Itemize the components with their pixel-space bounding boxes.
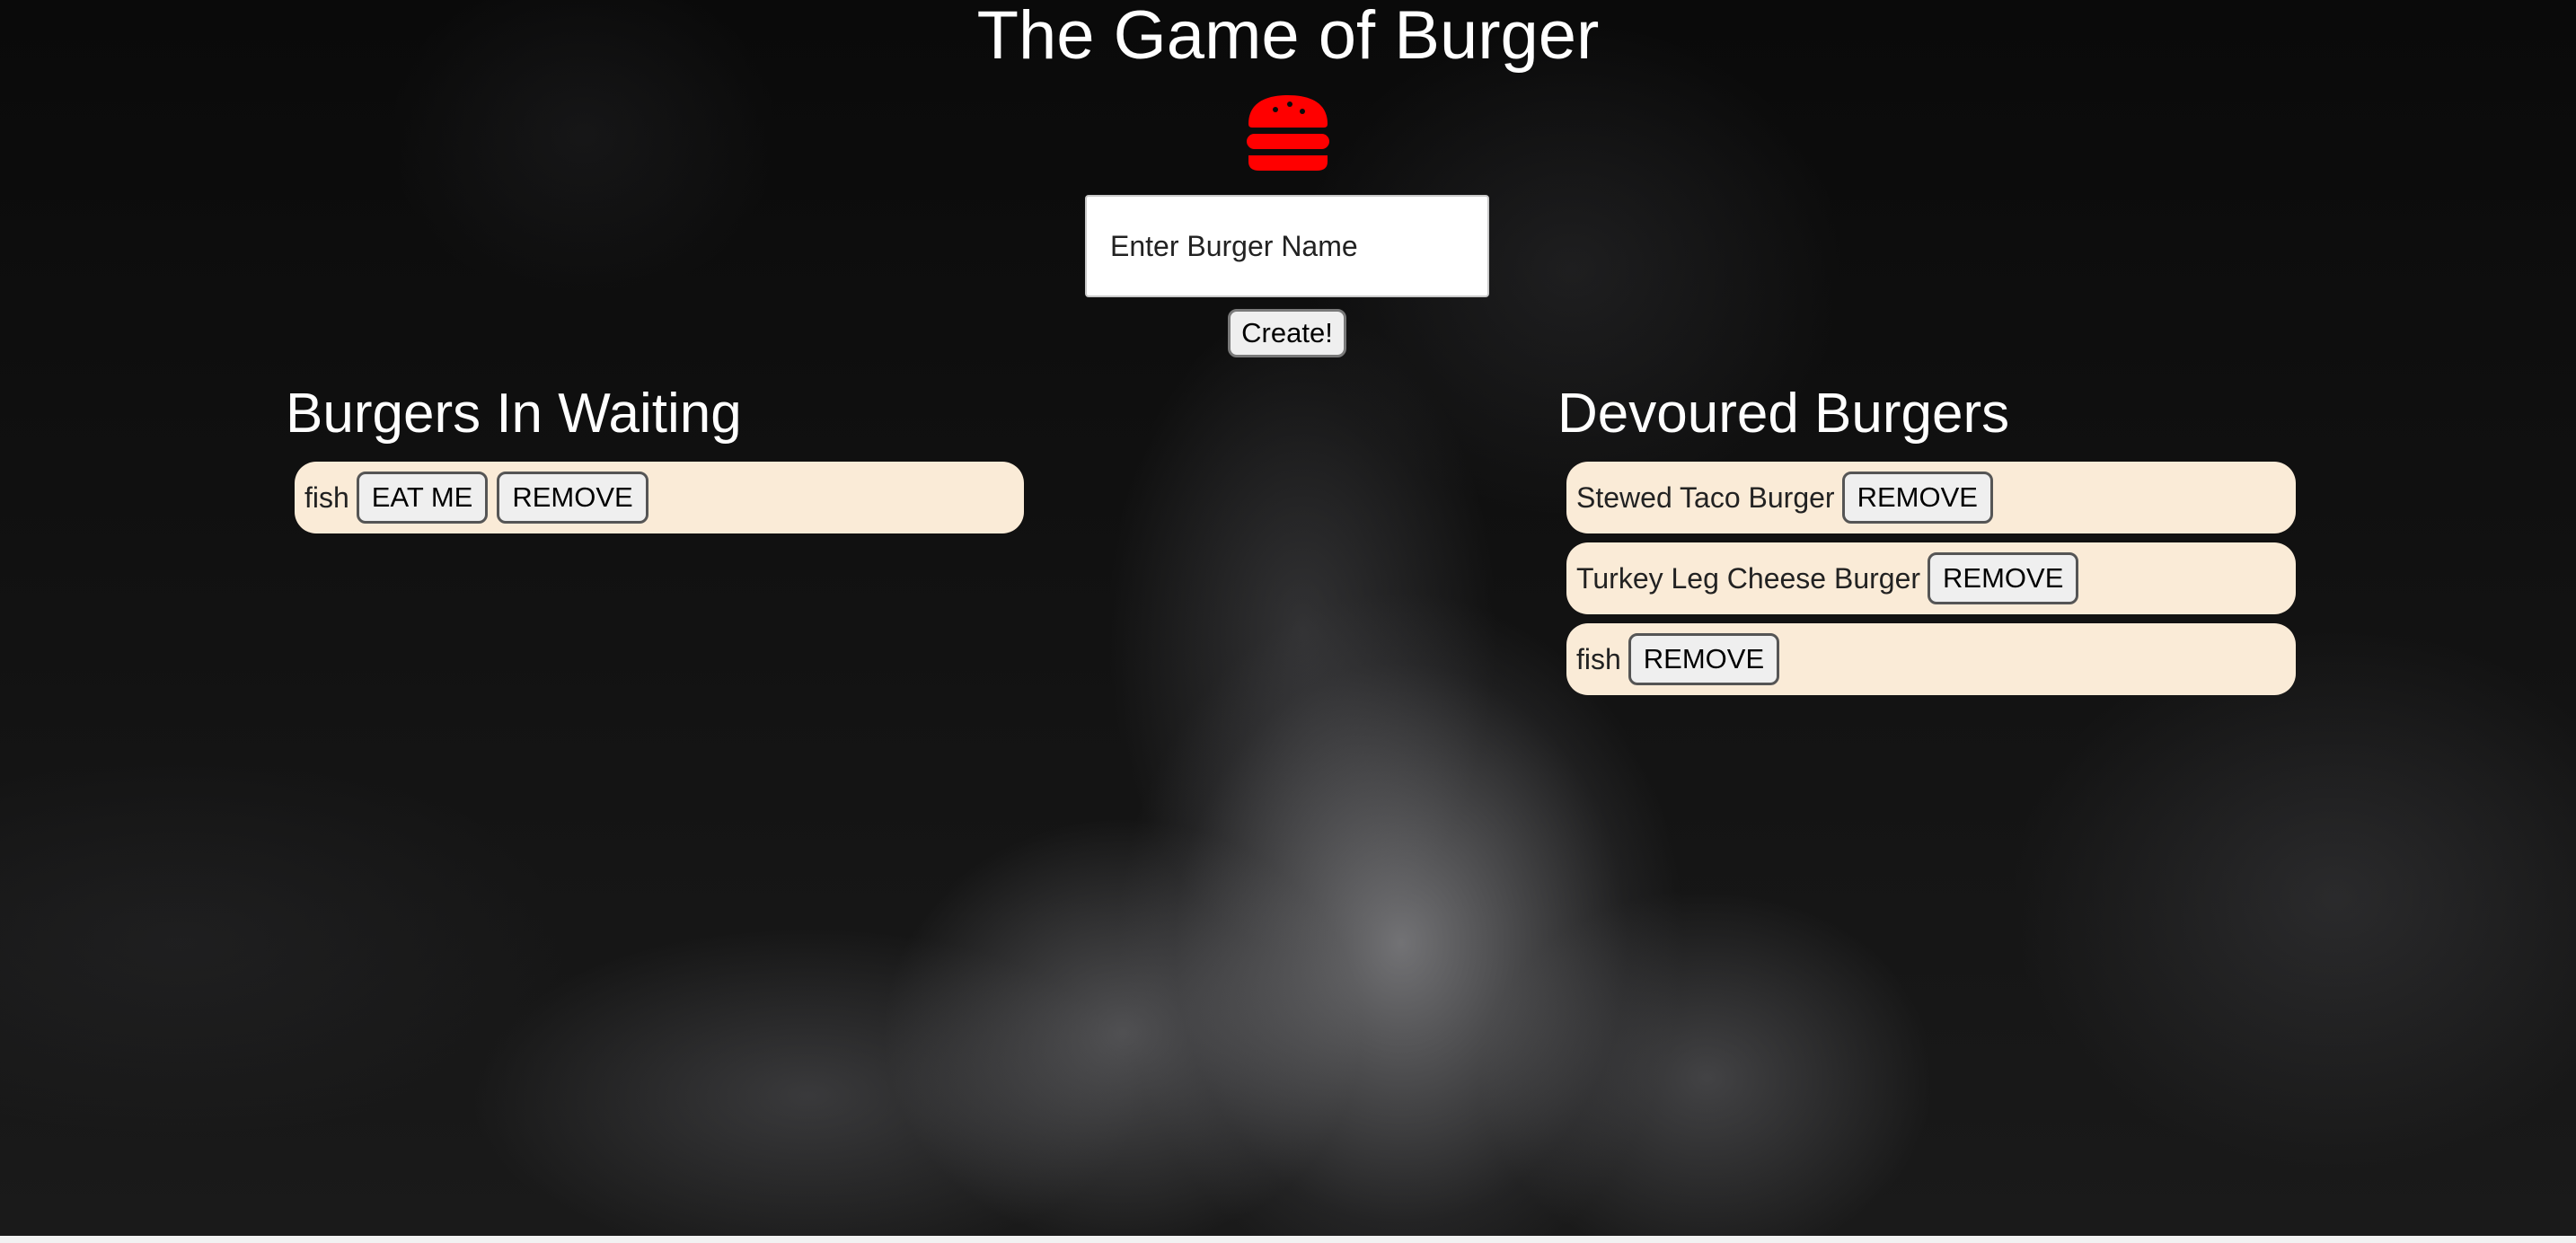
devoured-burger-row: Turkey Leg Cheese Burger REMOVE	[1566, 542, 2296, 614]
create-button[interactable]: Create!	[1228, 309, 1346, 357]
burger-name: fish	[1576, 642, 1621, 675]
remove-button[interactable]: REMOVE	[1628, 633, 1780, 685]
burger-name: Stewed Taco Burger	[1576, 480, 1835, 514]
devoured-burger-row: fish REMOVE	[1566, 623, 2296, 695]
eat-me-button[interactable]: EAT ME	[356, 472, 489, 524]
burger-name-input[interactable]	[1085, 195, 1489, 297]
burger-icon	[1247, 95, 1329, 171]
devoured-burger-row: Stewed Taco Burger REMOVE	[1566, 462, 2296, 533]
burger-name: Turkey Leg Cheese Burger	[1576, 561, 1921, 595]
window-bottom-edge	[0, 1236, 2576, 1243]
devoured-heading: Devoured Burgers	[1557, 383, 2010, 445]
burger-name: fish	[304, 480, 349, 514]
remove-button[interactable]: REMOVE	[497, 472, 648, 524]
waiting-burger-row: fish EAT ME REMOVE	[295, 462, 1024, 533]
remove-button[interactable]: REMOVE	[1841, 472, 1993, 524]
smoke-background	[0, 0, 2576, 1236]
remove-button[interactable]: REMOVE	[1928, 552, 2079, 604]
waiting-heading: Burgers In Waiting	[286, 383, 742, 445]
page-title: The Game of Burger	[976, 0, 1600, 74]
